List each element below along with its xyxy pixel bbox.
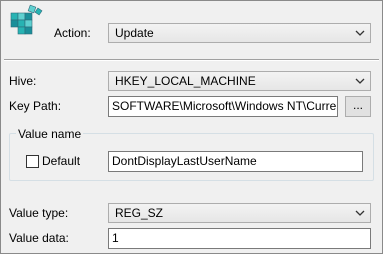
key-path-label: Key Path:: [9, 99, 62, 113]
action-dropdown[interactable]: Update: [108, 23, 371, 43]
hive-label: Hive:: [9, 74, 37, 88]
default-checkbox-label[interactable]: Default: [42, 153, 80, 169]
value-name-group-label: Value name: [16, 127, 84, 141]
value-type-value: REG_SZ: [115, 206, 164, 220]
value-type-label: Value type:: [9, 206, 69, 220]
chevron-down-icon: [355, 210, 365, 216]
chevron-down-icon: [355, 30, 365, 36]
browse-button[interactable]: ...: [345, 96, 371, 117]
key-path-value: SOFTWARE\Microsoft\Windows NT\CurrentVer: [112, 99, 337, 113]
action-value: Update: [115, 26, 154, 40]
registry-cubes-icon: [10, 4, 43, 35]
action-label: Action:: [54, 26, 91, 40]
hive-value: HKEY_LOCAL_MACHINE: [115, 74, 256, 88]
divider: [4, 59, 379, 61]
key-path-input[interactable]: SOFTWARE\Microsoft\Windows NT\CurrentVer: [108, 96, 338, 117]
value-data-label: Value data:: [9, 231, 69, 245]
value-type-dropdown[interactable]: REG_SZ: [108, 203, 371, 223]
hive-dropdown[interactable]: HKEY_LOCAL_MACHINE: [108, 71, 371, 91]
value-data-value: 1: [112, 231, 119, 245]
value-name-value: DontDisplayLastUserName: [112, 154, 257, 168]
value-data-input[interactable]: 1: [108, 228, 371, 249]
value-name-input[interactable]: DontDisplayLastUserName: [108, 151, 363, 172]
default-checkbox[interactable]: [26, 155, 39, 168]
chevron-down-icon: [355, 78, 365, 84]
registry-item-dialog: Action: Update Hive: HKEY_LOCAL_MACHINE …: [0, 0, 383, 254]
